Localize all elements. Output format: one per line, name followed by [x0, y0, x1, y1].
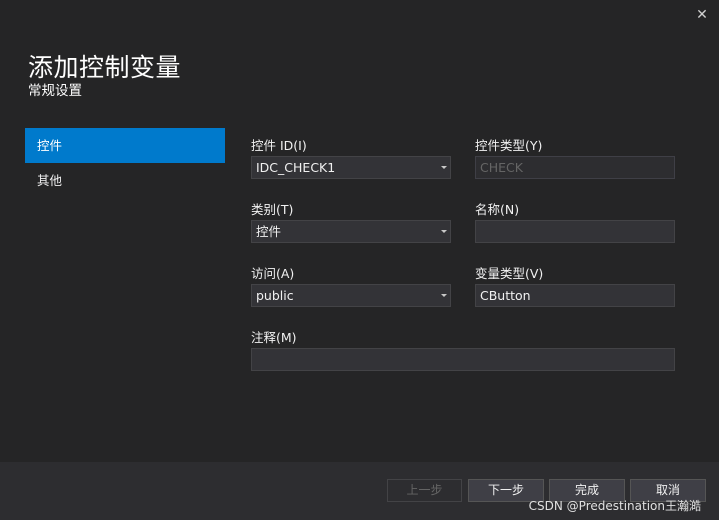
access-label: 访问(A) — [251, 266, 295, 281]
variable-type-input[interactable]: CButton — [475, 284, 675, 307]
chevron-down-icon — [441, 230, 447, 233]
category-combobox[interactable]: 控件 — [251, 220, 451, 243]
prev-button[interactable]: 上一步 — [387, 479, 462, 502]
name-label: 名称(N) — [475, 202, 520, 217]
comment-label: 注释(M) — [251, 330, 297, 345]
control-type-field: CHECK — [475, 156, 675, 179]
dialog-subtitle: 常规设置 — [28, 83, 82, 99]
comment-input[interactable] — [251, 348, 675, 371]
watermark-text: CSDN @Predestination王瀚澔 — [528, 499, 701, 513]
chevron-down-icon — [441, 294, 447, 297]
control-id-combobox[interactable]: IDC_CHECK1 — [251, 156, 451, 179]
variable-type-label: 变量类型(V) — [475, 266, 544, 281]
nav-item-control[interactable]: 控件 — [25, 128, 225, 163]
control-type-label: 控件类型(Y) — [475, 138, 543, 153]
category-value: 控件 — [256, 224, 282, 239]
control-id-value: IDC_CHECK1 — [256, 160, 336, 175]
control-id-label: 控件 ID(I) — [251, 138, 307, 153]
chevron-down-icon — [441, 166, 447, 169]
access-value: public — [256, 288, 294, 303]
sidebar-nav: 控件 其他 — [25, 128, 225, 198]
name-input[interactable] — [475, 220, 675, 243]
category-label: 类别(T) — [251, 202, 294, 217]
close-button[interactable]: ✕ — [691, 4, 713, 26]
close-icon: ✕ — [696, 7, 708, 23]
access-combobox[interactable]: public — [251, 284, 451, 307]
nav-item-other[interactable]: 其他 — [25, 163, 225, 198]
